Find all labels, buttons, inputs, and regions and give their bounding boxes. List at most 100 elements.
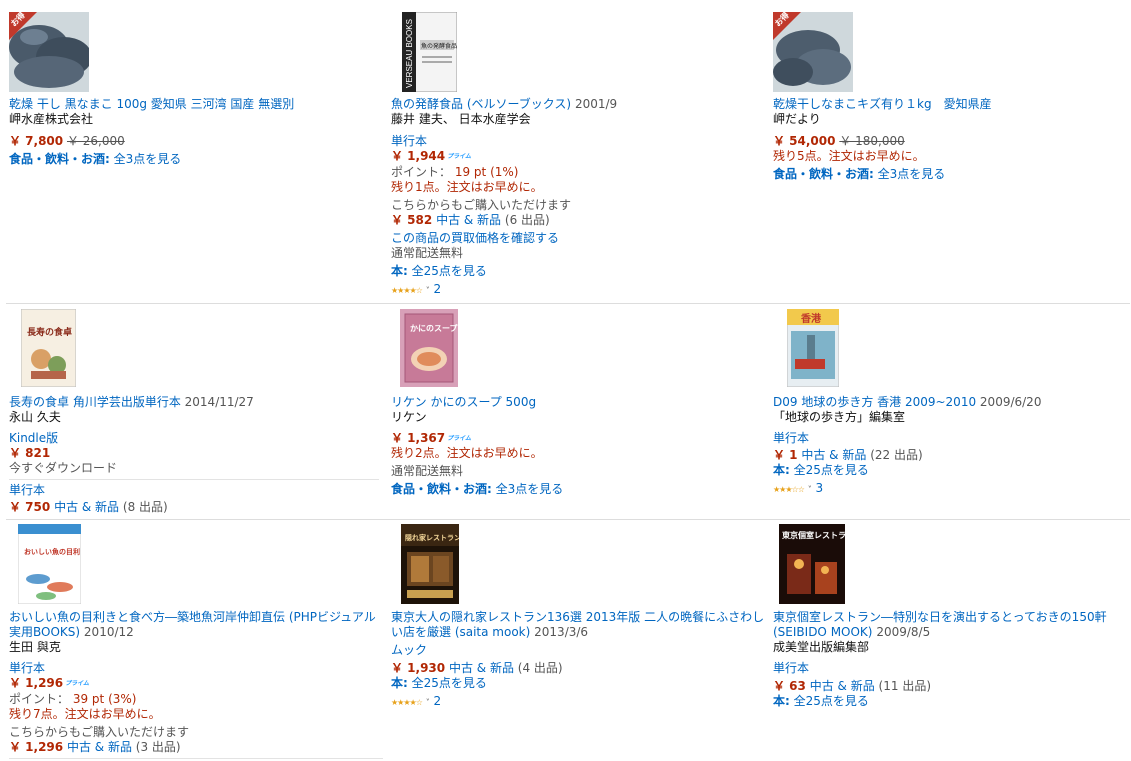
points-row: ポイント： 19 pt (1%) xyxy=(391,165,518,180)
price[interactable]: ￥ 1,944 xyxy=(391,149,445,163)
product-title[interactable]: 乾燥干しなまこキズ有り１kg 愛知県産 xyxy=(773,97,992,112)
format-link[interactable]: 単行本 xyxy=(9,483,45,498)
product-title-line2[interactable]: い店を厳選 (saita mook) 2013/3/6 xyxy=(391,625,588,640)
price-row: ￥ 54,000 ￥ 180,000 xyxy=(773,134,905,149)
product-title-line2[interactable]: (SEIBIDO MOOK) 2009/8/5 xyxy=(773,625,930,640)
product-title-line2[interactable]: 実用BOOKS) 2010/12 xyxy=(9,625,134,640)
product-image[interactable]: VERSEAU BOOKS 魚の発酵食品 xyxy=(402,12,457,92)
used-text[interactable]: 中古 & 新品 xyxy=(436,213,501,227)
used-offers-row[interactable]: ￥ 1,296 中古 & 新品 (3 出品) xyxy=(9,740,181,755)
used-price[interactable]: ￥ 63 xyxy=(773,679,806,693)
used-price[interactable]: ￥ 582 xyxy=(391,213,432,227)
used-text[interactable]: 中古 & 新品 xyxy=(67,740,132,754)
used-price[interactable]: ￥ 1,296 xyxy=(9,740,63,754)
category-link[interactable]: 全25点を見る xyxy=(794,463,869,477)
product-title[interactable]: D09 地球の歩き方 香港 2009~2010 2009/6/20 xyxy=(773,395,1041,410)
category-link[interactable]: 全25点を見る xyxy=(794,694,869,708)
publish-date: 2013/3/6 xyxy=(534,625,589,639)
star-rating-icon[interactable]: ★★★☆☆ xyxy=(773,485,805,494)
title-text[interactable]: い店を厳選 (saita mook) xyxy=(391,625,530,639)
stock-warning: 残り2点。注文はお早めに。 xyxy=(391,446,543,460)
product-image[interactable]: 香港 xyxy=(787,309,839,387)
product-item: お得 乾燥干しなまこキズ有り１kg 愛知県産 岬だより ￥ 54,000 ￥ 1… xyxy=(773,11,1131,292)
rating-count[interactable]: 3 xyxy=(816,481,824,495)
price[interactable]: ￥ 1,296 xyxy=(9,676,63,690)
used-count: (8 出品) xyxy=(122,500,168,514)
title-text[interactable]: 長寿の食卓 角川学芸出版単行本 xyxy=(9,395,181,409)
used-text[interactable]: 中古 & 新品 xyxy=(801,448,866,462)
rating-dropdown-icon[interactable]: ˅ xyxy=(426,286,430,295)
product-title[interactable]: 長寿の食卓 角川学芸出版単行本 2014/11/27 xyxy=(9,395,254,410)
used-offers-row[interactable]: ￥ 1 中古 & 新品 (22 出品) xyxy=(773,448,923,463)
category-label: 本: xyxy=(773,463,790,477)
used-text[interactable]: 中古 & 新品 xyxy=(810,679,875,693)
category-link[interactable]: 全25点を見る xyxy=(412,676,487,690)
rating-count[interactable]: 2 xyxy=(434,282,442,296)
rating-dropdown-icon[interactable]: ˅ xyxy=(426,698,430,707)
format-link[interactable]: Kindle版 xyxy=(9,431,58,446)
prime-icon: プライム xyxy=(447,153,472,160)
product-image[interactable]: 東京個室レストラン xyxy=(779,524,845,604)
cover-spine-text: VERSEAU BOOKS xyxy=(405,19,414,88)
used-count: (6 出品) xyxy=(504,213,550,227)
buyback-link[interactable]: この商品の買取価格を確認する xyxy=(391,231,559,246)
used-offers-row[interactable]: ￥ 1,930 中古 & 新品 (4 出品) xyxy=(391,661,563,676)
shipping-info: 通常配送無料 xyxy=(391,464,464,478)
cover-title-text: 魚の発酵食品 xyxy=(421,42,457,50)
category-row: 本: 全25点を見る xyxy=(773,694,869,709)
price[interactable]: ￥ 821 xyxy=(9,446,50,461)
product-image[interactable]: 隠れ家レストラン136選 xyxy=(401,524,459,604)
category-link[interactable]: 全3点を見る xyxy=(496,482,564,496)
rating-count[interactable]: 2 xyxy=(434,694,442,708)
price-row: ￥ 1,296 プライム xyxy=(9,676,89,691)
used-price[interactable]: ￥ 1 xyxy=(773,448,798,462)
format-link[interactable]: 単行本 xyxy=(773,431,809,446)
rating-row[interactable]: ★★★★☆ ˅ 2 xyxy=(391,694,441,710)
category-label: 食品・飲料・お酒: xyxy=(9,152,110,166)
product-image[interactable]: 長寿の食卓 xyxy=(21,309,76,387)
category-label: 本: xyxy=(391,676,408,690)
format-link[interactable]: 単行本 xyxy=(773,661,809,676)
product-title[interactable]: リケン かにのスープ 500g xyxy=(391,395,536,410)
rating-row[interactable]: ★★★☆☆ ˅ 3 xyxy=(773,481,823,497)
item-divider xyxy=(9,758,383,759)
product-author: 生田 與克 xyxy=(9,640,61,654)
used-price[interactable]: ￥ 750 xyxy=(9,500,50,514)
category-link[interactable]: 全3点を見る xyxy=(878,167,946,181)
category-link[interactable]: 全3点を見る xyxy=(114,152,182,166)
format-link[interactable]: 単行本 xyxy=(391,134,427,149)
price[interactable]: ￥ 1,367 xyxy=(391,431,445,445)
product-item: おいしい魚の目利きと食べ方 おいしい魚の目利きと食べ方―築地魚河岸仲卸直伝 (P… xyxy=(9,524,383,761)
title-text[interactable]: 実用BOOKS) xyxy=(9,625,80,639)
format-link[interactable]: 単行本 xyxy=(9,661,45,676)
price[interactable]: ￥ 7,800 xyxy=(9,134,63,148)
price-row: ￥ 1,367 プライム xyxy=(391,431,471,446)
star-rating-icon[interactable]: ★★★★☆ xyxy=(391,286,423,295)
rating-row[interactable]: ★★★★☆ ˅ 2 xyxy=(391,282,441,298)
title-text[interactable]: D09 地球の歩き方 香港 2009~2010 xyxy=(773,395,976,409)
product-item: VERSEAU BOOKS 魚の発酵食品 魚の発酵食品 (ベルソーブックス) 2… xyxy=(391,12,761,302)
title-text[interactable]: 魚の発酵食品 (ベルソーブックス) xyxy=(391,97,571,111)
shipping-info: 通常配送無料 xyxy=(391,246,464,260)
product-title[interactable]: 魚の発酵食品 (ベルソーブックス) 2001/9 xyxy=(391,97,617,112)
used-price[interactable]: ￥ 1,930 xyxy=(391,661,445,675)
publish-date: 2009/8/5 xyxy=(876,625,931,639)
used-offers-row[interactable]: ￥ 63 中古 & 新品 (11 出品) xyxy=(773,679,931,694)
product-title-line1[interactable]: 東京大人の隠れ家レストラン136選 2013年版 二人の晩餐にふさわし xyxy=(391,610,764,625)
price[interactable]: ￥ 54,000 xyxy=(773,134,836,148)
format-link[interactable]: ムック xyxy=(391,643,427,658)
publish-date: 2009/6/20 xyxy=(979,395,1042,409)
used-offers-row[interactable]: ￥ 582 中古 & 新品 (6 出品) xyxy=(391,213,550,228)
used-text[interactable]: 中古 & 新品 xyxy=(449,661,514,675)
used-text[interactable]: 中古 & 新品 xyxy=(54,500,119,514)
used-offers-row[interactable]: ￥ 750 中古 & 新品 (8 出品) xyxy=(9,500,168,515)
title-text[interactable]: (SEIBIDO MOOK) xyxy=(773,625,873,639)
product-image[interactable]: おいしい魚の目利きと食べ方 xyxy=(18,524,81,604)
product-title-line1[interactable]: おいしい魚の目利きと食べ方―築地魚河岸仲卸直伝 (PHPビジュアル xyxy=(9,610,376,625)
product-image[interactable]: かにのスープ xyxy=(400,309,458,387)
rating-dropdown-icon[interactable]: ˅ xyxy=(808,485,812,494)
product-title[interactable]: 乾燥 干し 黒なまこ 100g 愛知県 三河湾 国産 無選別 xyxy=(9,97,294,112)
category-link[interactable]: 全25点を見る xyxy=(412,264,487,278)
product-title-line1[interactable]: 東京個室レストラン―特別な日を演出するとっておきの150軒 xyxy=(773,610,1107,625)
star-rating-icon[interactable]: ★★★★☆ xyxy=(391,698,423,707)
